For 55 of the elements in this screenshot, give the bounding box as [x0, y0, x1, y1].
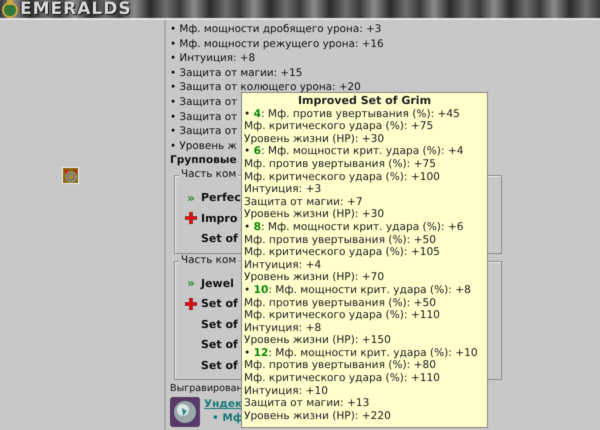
- bonus-line: Мф. критического удара (%): +100: [244, 170, 441, 184]
- bonus-line: Мф. критического удара (%): +110: [244, 372, 441, 385]
- stat-line: • Защита от: [170, 124, 238, 139]
- stat-line: • Уровень ж: [170, 138, 237, 154]
- bonus-line: Уровень жизни (HP): +150: [244, 334, 392, 347]
- bonus-line: Уровень жизни (HP): +220: [244, 410, 392, 422]
- bonus-line: Уровень жизни (HP): +30: [244, 132, 386, 146]
- set-name[interactable]: Set of: [201, 297, 238, 310]
- bonus-line: Мф. критического удара (%): +75: [244, 120, 434, 133]
- emblem-icon: [2, 0, 18, 18]
- set-name[interactable]: Jewel: [201, 276, 234, 290]
- bonus-line: Мф. против увертывания (%): +50: [244, 296, 437, 310]
- plus-icon: [185, 298, 197, 310]
- bonus-line: Интуиция: +10: [244, 384, 329, 398]
- tier-line: • 10: Мф. мощности крит. удара (%): +8: [244, 284, 472, 296]
- set-name[interactable]: Set of: [201, 318, 238, 331]
- arrow-marker: »: [186, 276, 196, 290]
- bonus-line: Интуиция: +8: [244, 322, 322, 334]
- gem-icon: [170, 397, 200, 428]
- tooltip-title: Improved Set of Grim: [296, 95, 432, 108]
- group-legend: Часть ком: [179, 168, 238, 180]
- bonus-line: Уровень жизни (HP): +30: [244, 208, 386, 221]
- arrow-marker: »: [186, 190, 196, 205]
- stat-line: • Защита от: [170, 110, 238, 124]
- set-name[interactable]: Impro: [201, 212, 238, 225]
- stat-line: • Интуиция: +8: [170, 51, 256, 66]
- bonus-line: Интуиция: +3: [244, 183, 322, 196]
- bonus-line: Мф. критического удара (%): +110: [244, 309, 441, 322]
- tier-line: • 12: Мф. мощности крит. удара (%): +10: [244, 346, 479, 360]
- bonus-line: Уровень жизни (HP): +70: [244, 271, 386, 284]
- plus-icon: [185, 212, 197, 224]
- stat-line: • Защита от магии: +15: [170, 66, 302, 80]
- bonus-line: Интуиция: +4: [244, 258, 322, 272]
- bonus-line: Мф. против увертывания (%): +50: [244, 234, 437, 246]
- tier-line: • 8: Мф. мощности крит. удара (%): +6: [244, 220, 464, 234]
- item-icon[interactable]: [62, 167, 79, 184]
- stat-line: • Мф. мощности режущего урона: +16: [170, 36, 384, 52]
- engraving-label: Выгравирован: [170, 383, 243, 396]
- tier-line: • 4: Мф. против увертывания (%): +45: [244, 108, 461, 120]
- bonus-line: Мф. против увертывания (%): +75: [244, 158, 437, 171]
- set-name[interactable]: Set of: [201, 232, 238, 246]
- set-name[interactable]: Set of: [201, 358, 238, 372]
- section-heading: Групповые: [170, 153, 237, 168]
- stat-line: • Защита от колющего урона: +20: [170, 80, 361, 95]
- group-legend: Часть ком: [179, 254, 238, 266]
- stat-line: • Защита от: [170, 94, 238, 110]
- site-logo[interactable]: EMERALDS: [20, 0, 132, 19]
- bonus-line: Защита от магии: +13: [244, 397, 370, 410]
- set-name[interactable]: Perfec: [201, 191, 241, 204]
- bonus-line: Мф. против увертывания (%): +80: [244, 359, 437, 372]
- tier-line: • 6: Мф. мощности крит. удара (%): +4: [244, 145, 464, 158]
- stat-line: • Мф. мощности дробящего урона: +3: [170, 22, 382, 37]
- set-name[interactable]: Set of: [201, 338, 238, 352]
- bonus-line: Мф. критического удара (%): +105: [244, 246, 441, 259]
- bonus-line: Защита от магии: +7: [244, 196, 364, 208]
